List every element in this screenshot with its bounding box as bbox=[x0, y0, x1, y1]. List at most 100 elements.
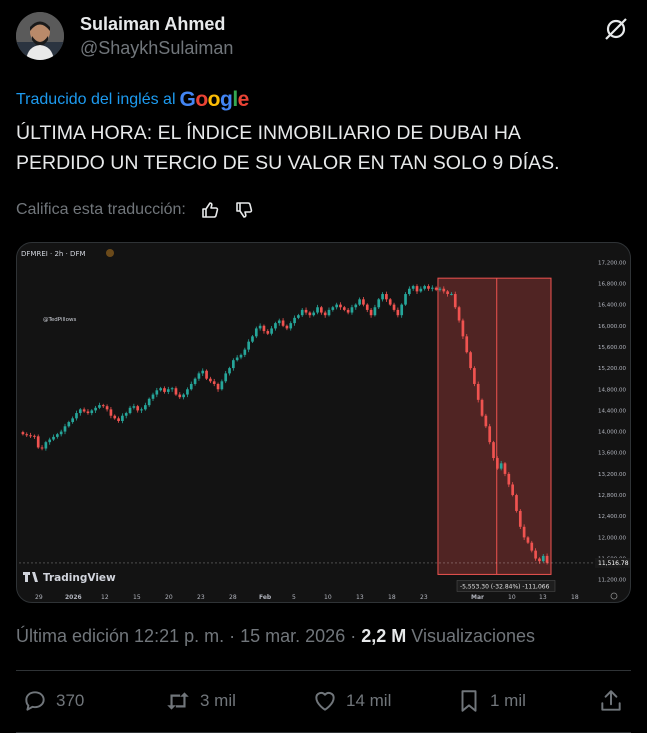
candle-body bbox=[289, 323, 293, 329]
y-tick-label: 12,000.00 bbox=[598, 535, 626, 541]
candle-body bbox=[496, 458, 499, 469]
x-tick-label: 13 bbox=[356, 594, 364, 601]
candle-body bbox=[430, 287, 434, 289]
settings-icon bbox=[610, 592, 618, 600]
candle-body bbox=[331, 307, 335, 310]
candle-body bbox=[86, 411, 90, 414]
candle-body bbox=[216, 383, 220, 390]
thumbs-down-icon[interactable] bbox=[234, 200, 254, 220]
candle-body bbox=[327, 309, 331, 316]
candle-body bbox=[476, 383, 480, 400]
candle-body bbox=[147, 398, 151, 406]
x-tick-label: 2026 bbox=[65, 594, 82, 601]
candle-body bbox=[277, 320, 281, 324]
candle-body bbox=[480, 399, 484, 416]
candle-body bbox=[408, 288, 411, 295]
candle-body bbox=[285, 325, 289, 329]
post-header: Sulaiman Ahmed @ShaykhSulaiman bbox=[16, 12, 631, 64]
candle-body bbox=[56, 434, 59, 437]
candle-body bbox=[274, 323, 277, 329]
candle-body bbox=[128, 407, 132, 414]
candle-body bbox=[94, 407, 97, 411]
avatar-image bbox=[16, 12, 64, 60]
post-date[interactable]: 15 mar. 2026 bbox=[240, 626, 345, 646]
repost-button[interactable]: 3 mil bbox=[164, 688, 236, 714]
repost-count: 3 mil bbox=[200, 691, 236, 710]
share-button[interactable] bbox=[598, 688, 624, 714]
candle-body bbox=[117, 418, 120, 421]
avatar[interactable] bbox=[16, 12, 64, 60]
edited-time[interactable]: Última edición 12:21 p. m. bbox=[16, 626, 224, 646]
x-tick-label: Feb bbox=[259, 594, 272, 601]
reply-button[interactable]: 370 bbox=[22, 688, 84, 714]
candle-body bbox=[434, 287, 438, 290]
candle-body bbox=[415, 286, 419, 292]
candle-body bbox=[132, 406, 136, 408]
candle-body bbox=[170, 388, 174, 390]
candle-body bbox=[385, 294, 388, 300]
candle-body bbox=[67, 422, 71, 427]
like-button[interactable]: 14 mil bbox=[312, 688, 391, 714]
candle-body bbox=[197, 373, 201, 379]
candle-body bbox=[44, 442, 48, 449]
candle-body bbox=[350, 307, 354, 313]
candle-body bbox=[450, 294, 453, 296]
candle-body bbox=[339, 304, 342, 308]
x-tick-label: 10 bbox=[324, 594, 332, 601]
x-tick-label: 15 bbox=[133, 594, 141, 601]
views-label: Visualizaciones bbox=[411, 626, 536, 646]
candle-body bbox=[239, 354, 243, 358]
symbol-badge bbox=[106, 249, 114, 257]
candle-body bbox=[362, 299, 365, 305]
x-tick-label: 5 bbox=[292, 594, 296, 601]
y-tick-label: 12,400.00 bbox=[598, 514, 626, 520]
author-name[interactable]: Sulaiman Ahmed bbox=[80, 14, 225, 35]
candle-body bbox=[71, 418, 74, 423]
candle-body bbox=[247, 341, 250, 350]
candle-body bbox=[522, 526, 526, 538]
candle-body bbox=[189, 383, 193, 390]
chart-image[interactable]: DFMREI · 2h · DFM @TedPillows 17,200.00 1… bbox=[16, 242, 631, 603]
candle-body bbox=[101, 405, 105, 407]
bookmark-button[interactable]: 1 mil bbox=[456, 688, 526, 714]
grok-icon[interactable] bbox=[601, 14, 631, 44]
candle-body bbox=[90, 410, 94, 414]
x-tick-label: 20 bbox=[165, 594, 173, 601]
candle-body bbox=[377, 299, 381, 308]
candle-body bbox=[201, 370, 205, 374]
candle-body bbox=[98, 405, 101, 408]
candle-body bbox=[109, 409, 113, 416]
candle-body bbox=[232, 360, 235, 369]
tweet-text-line-2: PERDIDO UN TERCIO DE SU VALOR EN TAN SOL… bbox=[16, 152, 560, 174]
thumbs-up-icon[interactable] bbox=[200, 200, 220, 220]
candle-body bbox=[40, 447, 44, 449]
author-handle[interactable]: @ShaykhSulaiman bbox=[80, 38, 233, 59]
y-tick-label: 17,200.00 bbox=[598, 260, 626, 266]
candle-body bbox=[258, 325, 262, 329]
candle-body bbox=[33, 435, 36, 437]
candle-body bbox=[124, 413, 128, 416]
candle-body bbox=[25, 434, 29, 436]
candle-body bbox=[182, 394, 185, 398]
x-tick-label: 28 bbox=[229, 594, 237, 601]
y-tick-label: 14,000.00 bbox=[598, 430, 626, 436]
candle-body bbox=[335, 304, 338, 308]
x-tick-label: 13 bbox=[539, 594, 547, 601]
candle-body bbox=[545, 555, 549, 563]
candle-body bbox=[243, 349, 247, 355]
candle-body bbox=[75, 413, 78, 419]
candle-body bbox=[427, 286, 430, 289]
y-tick-label: 15,200.00 bbox=[598, 366, 626, 372]
candle-body bbox=[419, 288, 423, 292]
meta-separator-2: · bbox=[350, 626, 362, 646]
x-tick-label: 23 bbox=[197, 594, 205, 601]
candle-body bbox=[193, 378, 197, 384]
candle-body bbox=[63, 426, 67, 432]
candle-body bbox=[457, 307, 461, 321]
x-tick-label: Mar bbox=[471, 594, 484, 601]
candle-body bbox=[174, 388, 178, 395]
candle-body bbox=[186, 389, 189, 395]
candle-body bbox=[136, 406, 140, 411]
candle-body bbox=[228, 368, 231, 374]
candle-body bbox=[300, 309, 304, 316]
